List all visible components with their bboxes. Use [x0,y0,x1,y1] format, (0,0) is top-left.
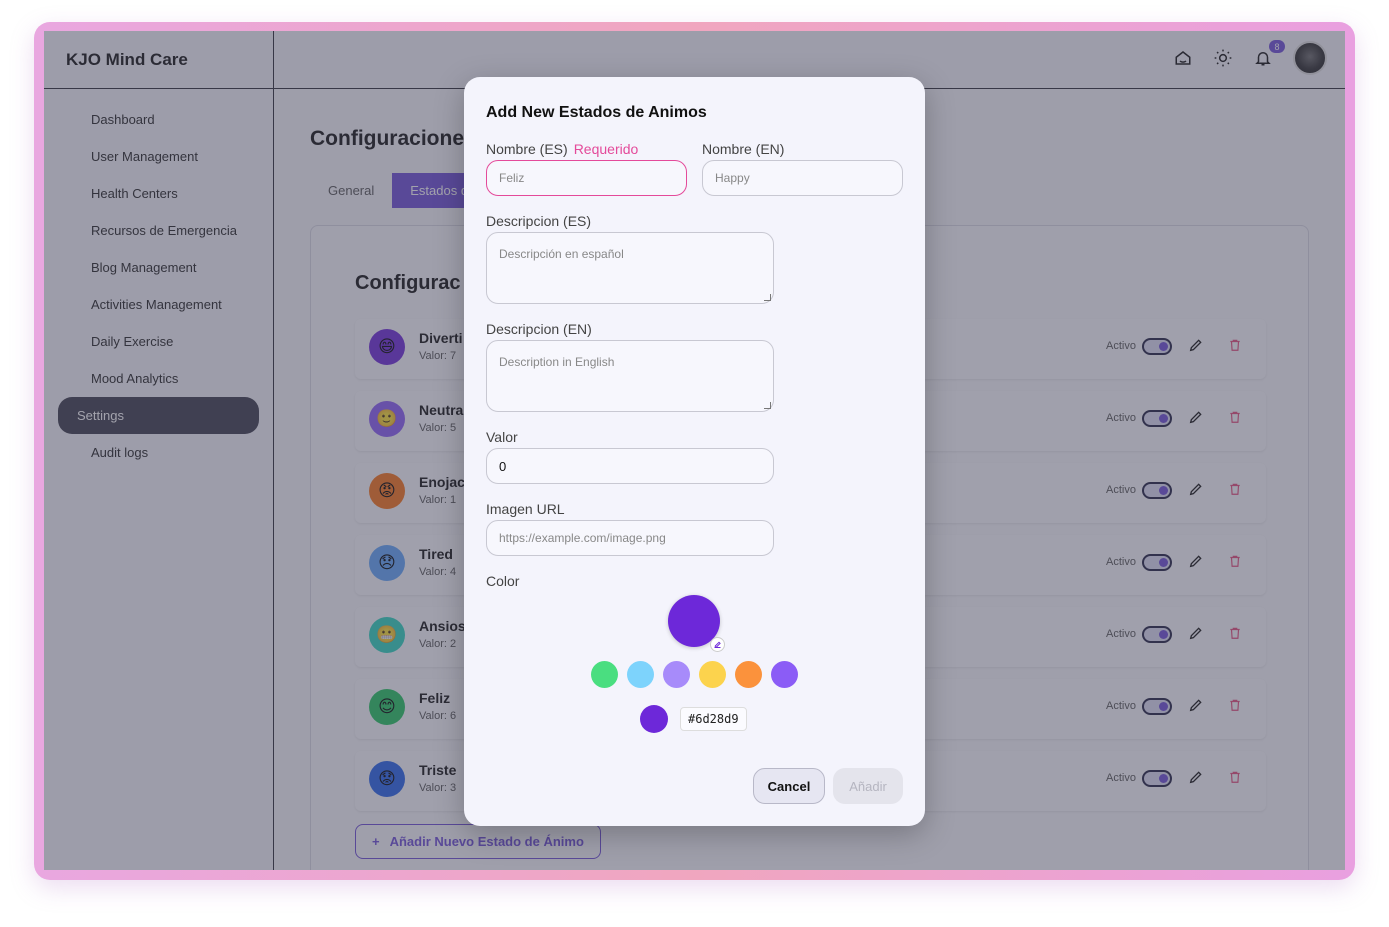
cancel-button[interactable]: Cancel [753,768,825,804]
resize-handle-icon[interactable] [764,294,771,301]
resize-handle-icon[interactable] [764,402,771,409]
desc-en-label: Descripcion (EN) [486,321,592,337]
required-indicator: Requerido [573,141,639,157]
window-frame: KJO Mind Care Dashboard User Management … [34,22,1355,880]
color-swatch-yellow[interactable] [699,661,726,688]
imagen-url-label: Imagen URL [486,501,565,517]
desc-en-textarea[interactable]: Description in English [486,340,774,412]
nombre-es-label-text: Nombre (ES) [486,141,568,157]
app-window: KJO Mind Care Dashboard User Management … [44,31,1345,870]
color-swatch-light-blue[interactable] [627,661,654,688]
nombre-es-label: Nombre (ES) Requerido [486,141,638,157]
desc-es-label: Descripcion (ES) [486,213,592,229]
add-mood-dialog: Add New Estados de Animos Nombre (ES) Req… [464,77,925,826]
desc-es-placeholder: Descripción en español [499,247,624,261]
desc-es-textarea[interactable]: Descripción en español [486,232,774,304]
imagen-url-input[interactable]: https://example.com/image.png [486,520,774,556]
current-color-dot[interactable] [640,705,668,733]
dialog-title: Add New Estados de Animos [486,104,707,121]
color-swatch-lavender[interactable] [663,661,690,688]
hex-color-input[interactable]: #6d28d9 [680,707,747,731]
color-swatch-orange[interactable] [735,661,762,688]
color-label: Color [486,573,520,589]
valor-label: Valor [486,429,518,445]
color-swatch-green[interactable] [591,661,618,688]
nombre-es-input[interactable]: Feliz [486,160,687,196]
nombre-en-label: Nombre (EN) [702,141,785,157]
nombre-en-input[interactable]: Happy [702,160,903,196]
color-swatch-violet[interactable] [771,661,798,688]
desc-en-placeholder: Description in English [499,355,615,369]
edit-color-icon[interactable] [710,637,725,652]
submit-button[interactable]: Añadir [833,768,903,804]
valor-input[interactable]: 0 [486,448,774,484]
